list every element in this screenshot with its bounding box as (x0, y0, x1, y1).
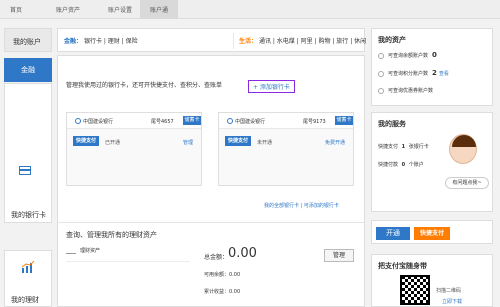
card-links[interactable]: 我的全部银行卡 | 可添加的银行卡 (264, 202, 339, 209)
bank-card-label: 我的银行卡 (11, 211, 46, 219)
card-header: 中国建设银行 尾号9173 储蓄卡 (219, 113, 353, 129)
total-amount-label: 总金额： (204, 254, 229, 261)
free-activate-link[interactable]: 免费开通 (325, 139, 345, 146)
manage-button[interactable]: 管理 (324, 249, 354, 262)
accumulated-earnings: 累计收益：0.00 (204, 289, 241, 295)
help-avatar[interactable] (449, 134, 477, 164)
quick-pay-banner[interactable]: 开通 快捷支付 (371, 220, 493, 244)
left-sidebar: 我的账户 金融 我的银行卡 我的理财 (4, 28, 52, 307)
qr-code-icon (400, 275, 430, 305)
ccb-logo-icon (227, 118, 233, 124)
right-sidebar: 我的资产 可查询余额账户数 0 可查询积分账户数 2 查看 可查询优惠券账户数 我的服… (371, 28, 493, 307)
category-bar: 金融： 银行卡 | 理财 | 保险 生活： 通讯 | 水电煤 | 阿里 | 购物… (57, 28, 366, 52)
service-quick-payment[interactable]: 快捷付款 0 个账户 (378, 161, 424, 168)
wealth-label: 我的理财 (11, 296, 39, 304)
add-bank-card-link[interactable]: + 添加银行卡 (248, 80, 295, 93)
qr-hint: 扫描二维码 (436, 288, 462, 294)
manage-card-link[interactable]: 管理 (183, 139, 193, 146)
quick-pay-status: 已开通 (105, 140, 121, 146)
quick-pay-logo: 快捷支付 (225, 136, 251, 146)
bank-card-1[interactable]: 中国建设银行 尾号4657 储蓄卡 快捷支付 已开通 管理 (66, 112, 202, 186)
bank-name: 中国建设银行 (235, 119, 266, 125)
chart-icon (21, 261, 35, 273)
view-points-link[interactable]: 查看 (439, 71, 449, 77)
life-category: 生活： 通讯 | 水电煤 | 阿里 | 购物 | 旅行 | 休闲 (239, 36, 366, 45)
quick-pay-status: 未开通 (257, 140, 273, 146)
my-assets-title: 我的资产 (378, 36, 406, 44)
asset-row-balance: 可查询余额账户数 0 (378, 51, 437, 59)
nav-account-settings[interactable]: 账户设置 (108, 5, 132, 14)
my-services-title: 我的服务 (378, 120, 406, 128)
card-tail-number: 尾号4657 (151, 119, 174, 125)
my-account-header: 我的账户 (4, 28, 52, 52)
finance-category-links[interactable]: 银行卡 | 理财 | 保险 (84, 38, 138, 45)
asset-row-coupons: 可查询优惠券账户数 (378, 87, 433, 94)
service-quick-pay[interactable]: 快捷支付 1 张银行卡 (378, 143, 429, 150)
available-balance: 可用余额：0.00 (204, 272, 241, 278)
divider (66, 261, 190, 262)
card-header: 中国建设银行 尾号4657 储蓄卡 (67, 113, 201, 129)
nav-home[interactable]: 首页 (10, 5, 22, 14)
asset-row-points: 可查询积分账户数 2 查看 (378, 69, 449, 77)
finance-tab[interactable]: 金融 (4, 58, 52, 82)
quick-pay-logo: 快捷支付 (414, 227, 450, 240)
wealth-heading: 查询、管理我所有的理财资产 (58, 222, 364, 242)
main-content: 管理我使用过的银行卡，还可开快捷支付、查积分、查账单 + 添加银行卡 中国建设银… (57, 55, 365, 307)
trend-icon (66, 248, 76, 254)
bank-card-description: 管理我使用过的银行卡，还可开快捷支付、查积分、查账单 (66, 82, 223, 89)
total-amount-value: 0.00 (228, 246, 257, 261)
balance-icon (378, 52, 384, 59)
wealth-asset-item[interactable]: 理财资产 (80, 247, 100, 254)
bank-card-section[interactable]: 我的银行卡 (4, 83, 52, 223)
open-button[interactable]: 开通 (376, 227, 410, 240)
points-icon (378, 70, 384, 77)
nav-account-pass[interactable]: 账户通 (140, 0, 179, 19)
nav-account-assets[interactable]: 账户资产 (56, 5, 80, 14)
app-download-panel: 把支付宝随身带 扫描二维码 立即下载 (371, 254, 493, 307)
qr-title: 把支付宝随身带 (378, 262, 427, 270)
bank-card-icon (19, 166, 31, 175)
bank-name: 中国建设银行 (83, 119, 114, 125)
wealth-section[interactable]: 我的理财 (4, 250, 52, 307)
quick-pay-logo: 快捷支付 (73, 136, 99, 146)
card-type-badge: 储蓄卡 (183, 116, 201, 125)
help-bubble[interactable]: 有问题点我~ (445, 177, 489, 189)
coupon-icon (378, 87, 384, 94)
category-divider (233, 33, 234, 49)
top-navigation: 首页 账户资产 账户设置 账户通 (0, 0, 500, 19)
life-category-label: 生活： (239, 38, 258, 45)
life-category-links[interactable]: 通讯 | 水电煤 | 阿里 | 购物 | 旅行 | 休闲 (259, 38, 366, 45)
card-type-badge: 储蓄卡 (335, 116, 353, 125)
download-link[interactable]: 立即下载 (442, 298, 462, 305)
card-tail-number: 尾号9173 (303, 119, 326, 125)
my-assets-panel: 我的资产 可查询余额账户数 0 可查询积分账户数 2 查看 可查询优惠券账户数 (371, 28, 493, 106)
my-services-panel: 我的服务 快捷支付 1 张银行卡 快捷付款 0 个账户 (371, 112, 493, 212)
ccb-logo-icon (75, 118, 81, 124)
bank-card-2[interactable]: 中国建设银行 尾号9173 储蓄卡 快捷支付 未开通 免费开通 (218, 112, 354, 186)
finance-category: 金融： 银行卡 | 理财 | 保险 (64, 36, 138, 45)
finance-category-label: 金融： (64, 38, 83, 45)
